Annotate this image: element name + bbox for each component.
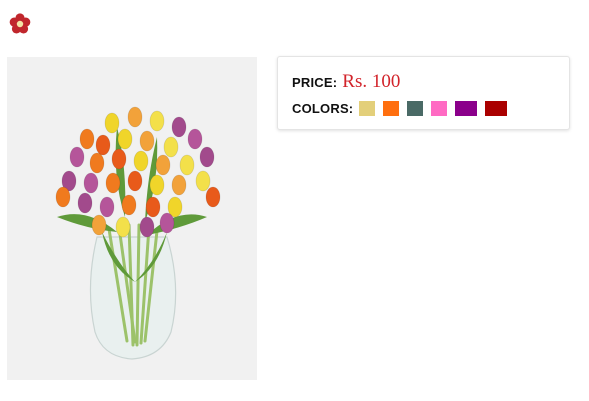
tulip-head [105, 172, 121, 194]
tulip-head [149, 110, 165, 132]
tulip-head [199, 146, 215, 168]
tulip-head [111, 148, 127, 170]
product-image [7, 57, 257, 380]
tulip-head [91, 214, 107, 236]
tulip-head [187, 128, 203, 150]
product-details-card: PRICE: Rs. 100 COLORS: [277, 56, 570, 130]
tulip-head [104, 112, 120, 134]
tulip-head [77, 192, 93, 214]
flower-center [16, 20, 24, 28]
color-swatch-orange[interactable] [383, 100, 400, 116]
tulip-head [133, 150, 149, 172]
tulip-head [149, 174, 165, 196]
price-row: PRICE: Rs. 100 [292, 71, 400, 95]
tulip-head [115, 216, 131, 238]
colors-row: COLORS: [292, 99, 515, 117]
color-swatch-dark-red[interactable] [485, 100, 508, 116]
tulip-head [89, 152, 105, 174]
page: PRICE: Rs. 100 COLORS: [0, 0, 589, 401]
tulip-bouquet-image [7, 57, 257, 380]
tulip-head [55, 186, 71, 208]
tulip-head [95, 134, 111, 156]
tulip-head [99, 196, 115, 218]
tulip-head [139, 216, 155, 238]
tulip-head [69, 146, 85, 168]
color-swatch-dark-teal-gray[interactable] [407, 100, 424, 116]
price-label: PRICE: [292, 75, 338, 90]
tulip-head [159, 212, 175, 234]
tulip-head [155, 154, 171, 176]
tulip-head [83, 172, 99, 194]
color-swatches [359, 100, 515, 116]
red-flower-icon[interactable] [8, 12, 32, 36]
tulip-head [139, 130, 155, 152]
tulip-head [163, 136, 179, 158]
color-swatch-purple[interactable] [455, 100, 478, 116]
tulip-head [171, 116, 187, 138]
tulip-head [179, 154, 195, 176]
tulip-head [79, 128, 95, 150]
tulip-head [205, 186, 221, 208]
color-swatch-pink[interactable] [431, 100, 448, 116]
tulip-head [171, 174, 187, 196]
tulip-head [195, 170, 211, 192]
color-swatch-yellow[interactable] [359, 100, 376, 116]
tulip-head [145, 196, 161, 218]
price-value: Rs. 100 [342, 71, 401, 92]
tulip-head [127, 170, 143, 192]
tulip-head [117, 128, 133, 150]
colors-label: COLORS: [292, 100, 354, 116]
tulip-head [127, 106, 143, 128]
tulip-head [121, 194, 137, 216]
